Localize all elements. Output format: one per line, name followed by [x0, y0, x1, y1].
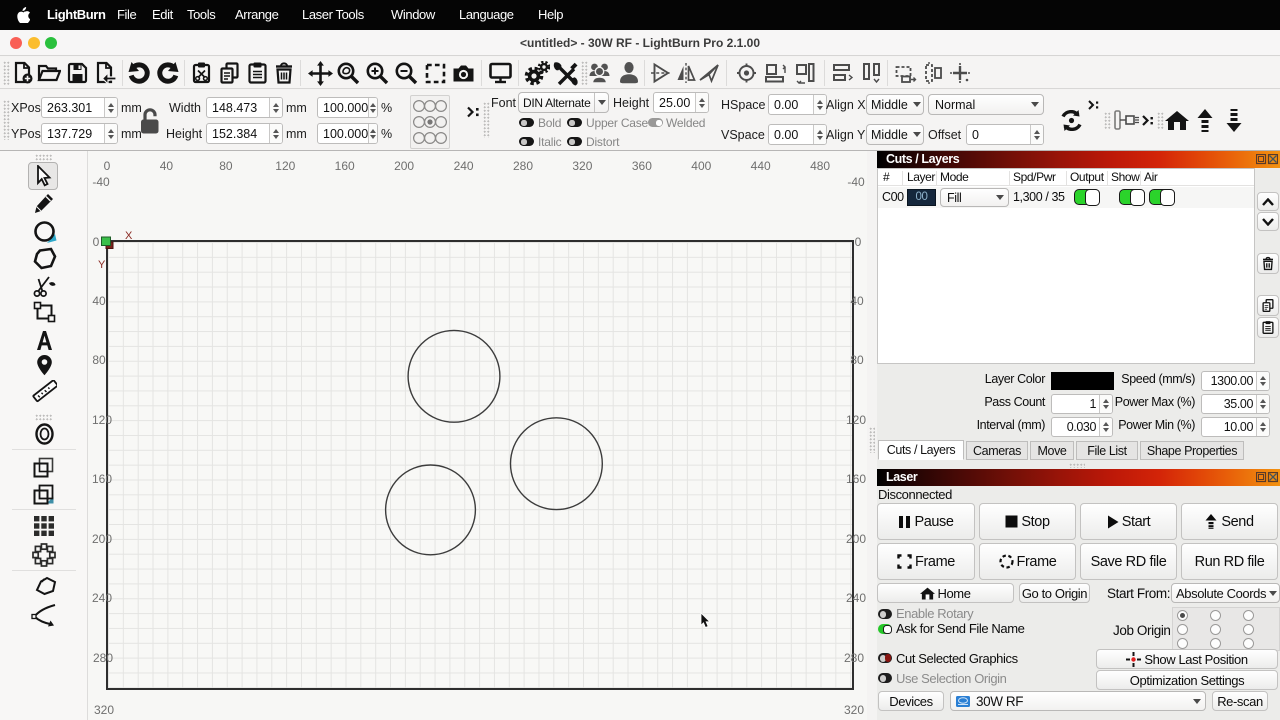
- svg-text:X: X: [125, 230, 133, 242]
- svg-text:Y: Y: [98, 259, 106, 271]
